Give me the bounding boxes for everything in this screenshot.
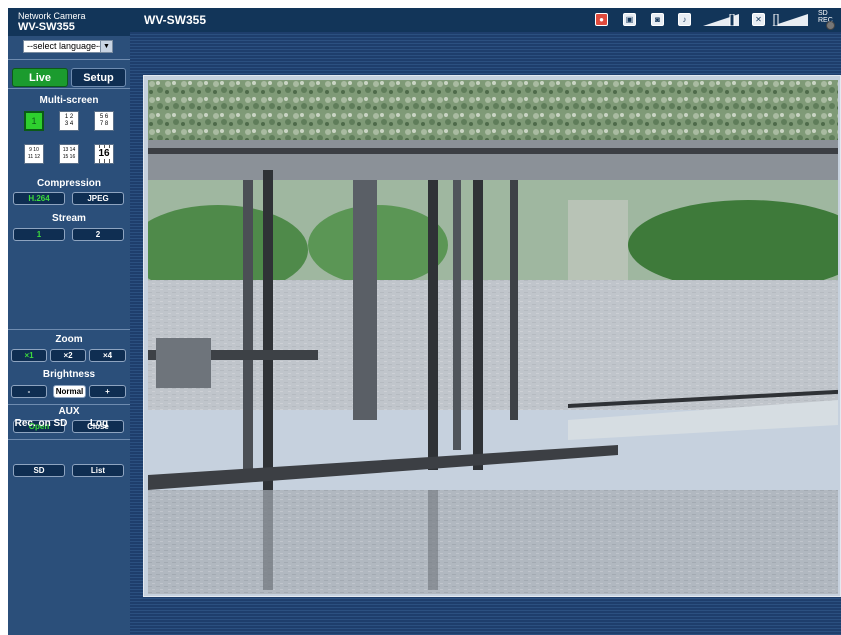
video-frame bbox=[143, 75, 841, 597]
divider bbox=[8, 439, 130, 440]
alarm-icon[interactable]: ● bbox=[595, 13, 608, 26]
chevron-down-icon[interactable]: ▼ bbox=[100, 41, 112, 52]
sidebar: Network Camera WV-SW355 --select languag… bbox=[8, 8, 130, 635]
stream-title: Stream bbox=[52, 213, 86, 224]
zoom-title: Zoom bbox=[55, 334, 83, 345]
brand-model: WV-SW355 bbox=[18, 21, 75, 33]
camera-snapshot-icon[interactable]: ◙ bbox=[651, 13, 664, 26]
brightness-normal-button[interactable]: Normal bbox=[53, 385, 86, 398]
grid-label: 5 6 bbox=[99, 114, 109, 120]
camera-scene-image bbox=[148, 80, 838, 594]
language-select[interactable]: --select language-- ▼ bbox=[23, 40, 113, 53]
divider bbox=[8, 404, 130, 405]
h264-button[interactable]: H.264 bbox=[13, 192, 65, 205]
stream-2-button[interactable]: 2 bbox=[72, 228, 124, 241]
speaker-icon[interactable]: ♪ bbox=[678, 13, 691, 26]
multiscreen-9-12-button[interactable]: 9 10 11 12 bbox=[24, 144, 44, 164]
grid-label: 1 2 bbox=[64, 114, 74, 120]
grid-label: 7 8 bbox=[99, 121, 109, 127]
brand-subtitle: Network Camera bbox=[18, 11, 86, 21]
compression-title: Compression bbox=[37, 178, 101, 189]
multiscreen-1-label: 1 bbox=[31, 116, 37, 126]
header-bar: WV-SW355 ● ▣ ◙ ♪ ✕ SD REC bbox=[130, 8, 841, 32]
multiscreen-13-16-button[interactable]: 13 14 15 16 bbox=[59, 144, 79, 164]
jpeg-button[interactable]: JPEG bbox=[72, 192, 124, 205]
page-title: WV-SW355 bbox=[144, 13, 207, 27]
multiscreen-16-button[interactable]: 16 bbox=[94, 144, 114, 164]
speaker-volume-icon[interactable] bbox=[703, 14, 739, 26]
live-video-image[interactable] bbox=[148, 80, 838, 594]
grid-label: 15 16 bbox=[62, 154, 76, 160]
mic-volume-icon[interactable] bbox=[772, 14, 808, 26]
divider bbox=[8, 329, 130, 330]
log-list-button[interactable]: List bbox=[72, 464, 124, 477]
multiscreen-1-4-button[interactable]: 1 2 3 4 bbox=[59, 111, 79, 131]
aux-title: AUX bbox=[58, 406, 80, 417]
sd-rec-indicator-icon bbox=[826, 21, 835, 30]
multiscreen-5-8-button[interactable]: 5 6 7 8 bbox=[94, 111, 114, 131]
sd-button[interactable]: SD bbox=[13, 464, 65, 477]
multiscreen-title: Multi-screen bbox=[39, 95, 99, 106]
mode-tabs: Live Setup bbox=[8, 60, 130, 88]
brightness-title: Brightness bbox=[42, 369, 96, 380]
mic-mute-icon[interactable]: ✕ bbox=[752, 13, 765, 26]
multiscreen-1-button[interactable]: 1 bbox=[24, 111, 44, 131]
zoom-x2-button[interactable]: ×2 bbox=[50, 349, 86, 362]
live-button[interactable]: Live bbox=[12, 68, 68, 87]
divider bbox=[8, 88, 130, 89]
grid-label: 3 4 bbox=[64, 121, 74, 127]
grid-label: 16 bbox=[97, 148, 111, 159]
grid-label: 13 14 bbox=[62, 147, 76, 153]
zoom-x1-button[interactable]: ×1 bbox=[11, 349, 47, 362]
brightness-plus-button[interactable]: + bbox=[89, 385, 126, 398]
stream-1-button[interactable]: 1 bbox=[13, 228, 65, 241]
zoom-x4-button[interactable]: ×4 bbox=[89, 349, 126, 362]
setup-button[interactable]: Setup bbox=[71, 68, 126, 87]
brightness-minus-button[interactable]: - bbox=[11, 385, 47, 398]
language-select-value: --select language-- bbox=[27, 41, 103, 51]
fullscreen-icon[interactable]: ▣ bbox=[623, 13, 636, 26]
grid-label: 9 10 bbox=[29, 147, 39, 153]
brand-block: Network Camera WV-SW355 bbox=[8, 8, 130, 36]
grid-label: 11 12 bbox=[27, 154, 41, 160]
